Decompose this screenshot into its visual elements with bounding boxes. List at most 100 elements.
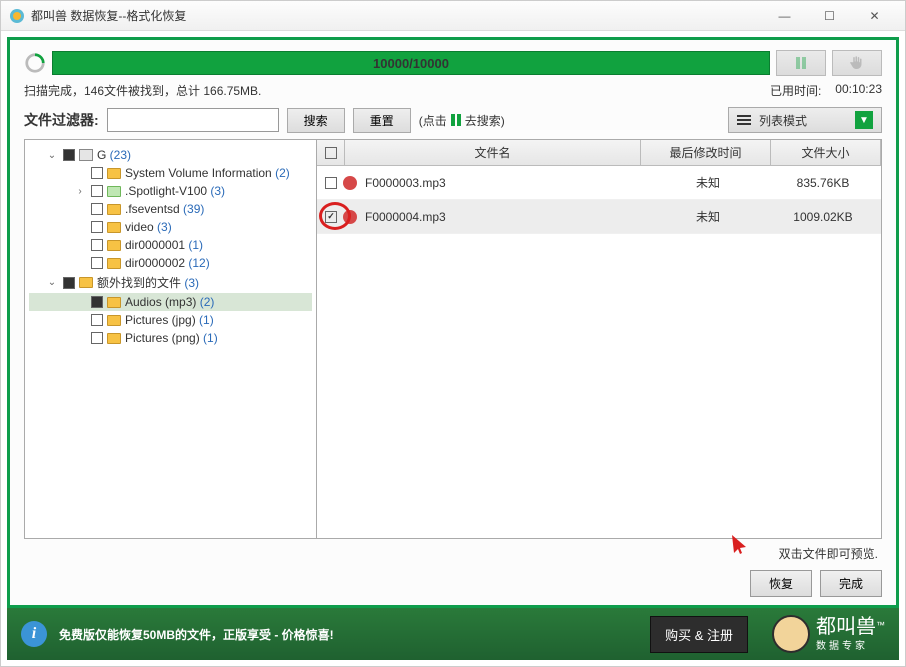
- file-modified: 未知: [643, 208, 773, 225]
- tree-node[interactable]: dir0000002 (12): [29, 254, 312, 272]
- action-row: 恢复 完成: [24, 566, 882, 597]
- tree-checkbox[interactable]: [91, 203, 103, 215]
- hint-row: 双击文件即可预览.: [24, 539, 882, 566]
- tree-checkbox[interactable]: [91, 221, 103, 233]
- tree-label: dir0000002 (12): [125, 256, 210, 270]
- tree-checkbox[interactable]: [91, 296, 103, 308]
- minimize-button[interactable]: —: [762, 2, 807, 30]
- view-mode-label: 列表模式: [759, 112, 807, 129]
- progress-bar: 10000/10000: [52, 51, 770, 75]
- file-modified: 未知: [643, 174, 773, 191]
- file-row[interactable]: F0000003.mp3未知835.76KB: [317, 166, 881, 200]
- tree-node[interactable]: Pictures (png) (1): [29, 329, 312, 347]
- footer-message: 免费版仅能恢复50MB的文件，正版享受 - 价格惊喜!: [59, 626, 334, 643]
- progress-row: 10000/10000: [24, 50, 882, 76]
- filter-input[interactable]: [107, 108, 279, 132]
- folder-icon: [107, 333, 121, 344]
- audio-file-icon: [343, 210, 357, 224]
- folder-icon: [107, 297, 121, 308]
- pause-button[interactable]: [776, 50, 826, 76]
- tree-node[interactable]: ⌄G (23): [29, 146, 312, 164]
- folder-icon: [79, 277, 93, 288]
- col-mod[interactable]: 最后修改时间: [641, 140, 771, 165]
- file-size: 1009.02KB: [773, 210, 873, 224]
- tree-checkbox[interactable]: [91, 167, 103, 179]
- bottom-bar: i 免费版仅能恢复50MB的文件，正版享受 - 价格惊喜! 购买 & 注册 都叫…: [7, 608, 899, 660]
- app-icon: [9, 8, 25, 24]
- stop-button[interactable]: [832, 50, 882, 76]
- tree-checkbox[interactable]: [91, 239, 103, 251]
- folder-tree[interactable]: ⌄G (23)System Volume Information (2)›.Sp…: [25, 140, 317, 538]
- file-name: F0000004.mp3: [365, 210, 643, 224]
- folder-icon: [107, 222, 121, 233]
- maximize-button[interactable]: ☐: [807, 2, 852, 30]
- close-button[interactable]: ✕: [852, 2, 897, 30]
- chevron-icon[interactable]: ›: [73, 186, 87, 197]
- tree-checkbox[interactable]: [63, 149, 75, 161]
- buy-register-button[interactable]: 购买 & 注册: [650, 616, 748, 653]
- file-row[interactable]: F0000004.mp3未知1009.02KB: [317, 200, 881, 234]
- folder-icon: [107, 186, 121, 197]
- tree-node[interactable]: dir0000001 (1): [29, 236, 312, 254]
- chrome: 10000/10000 扫描完成，146文件被找到，总计 166.75MB. 已…: [1, 31, 905, 666]
- tree-node[interactable]: Audios (mp3) (2): [29, 293, 312, 311]
- brand-logo: 都叫兽™ 数据专家: [772, 615, 885, 653]
- folder-icon: [107, 168, 121, 179]
- list-icon: [737, 115, 751, 125]
- brand-sub: 数据专家: [816, 637, 885, 652]
- tree-node[interactable]: Pictures (jpg) (1): [29, 311, 312, 329]
- search-hint: (点击 去搜索): [419, 112, 505, 129]
- elapsed-label: 已用时间:: [770, 82, 821, 99]
- reset-button[interactable]: 重置: [353, 108, 411, 133]
- row-checkbox[interactable]: [325, 211, 337, 223]
- pause-glyph-icon: [451, 114, 461, 126]
- finish-button[interactable]: 完成: [820, 570, 882, 597]
- file-name: F0000003.mp3: [365, 176, 643, 190]
- filter-row: 文件过滤器: 搜索 重置 (点击 去搜索) 列表模式 ▼: [24, 107, 882, 133]
- chevron-down-icon: ▼: [855, 111, 873, 129]
- titlebar: 都叫兽 数据恢复--格式化恢复 — ☐ ✕: [1, 1, 905, 31]
- tree-checkbox[interactable]: [91, 332, 103, 344]
- folder-icon: [107, 240, 121, 251]
- search-button[interactable]: 搜索: [287, 108, 345, 133]
- tree-node[interactable]: video (3): [29, 218, 312, 236]
- file-list-panel: 文件名 最后修改时间 文件大小 F0000003.mp3未知835.76KBF0…: [317, 140, 881, 538]
- tree-checkbox[interactable]: [91, 185, 103, 197]
- content-area: ⌄G (23)System Volume Information (2)›.Sp…: [24, 139, 882, 539]
- col-name[interactable]: 文件名: [345, 140, 641, 165]
- col-size[interactable]: 文件大小: [771, 140, 881, 165]
- tree-node[interactable]: .fseventsd (39): [29, 200, 312, 218]
- folder-icon: [107, 315, 121, 326]
- tree-node[interactable]: ⌄ 额外找到的文件 (3): [29, 272, 312, 293]
- main-panel: 10000/10000 扫描完成，146文件被找到，总计 166.75MB. 已…: [7, 37, 899, 608]
- list-header: 文件名 最后修改时间 文件大小: [317, 140, 881, 166]
- chevron-icon[interactable]: ⌄: [45, 277, 59, 288]
- tree-label: .fseventsd (39): [125, 202, 204, 216]
- chevron-icon[interactable]: ⌄: [45, 150, 59, 161]
- spinner-icon: [24, 52, 46, 74]
- preview-hint: 双击文件即可预览.: [779, 547, 878, 561]
- elapsed-value: 00:10:23: [835, 82, 882, 99]
- tree-label: Pictures (png) (1): [125, 331, 218, 345]
- info-icon: i: [21, 621, 47, 647]
- select-all-checkbox[interactable]: [325, 147, 337, 159]
- tree-node[interactable]: System Volume Information (2): [29, 164, 312, 182]
- tree-checkbox[interactable]: [91, 314, 103, 326]
- app-window: 都叫兽 数据恢复--格式化恢复 — ☐ ✕ 10000/10000 扫描完成，1…: [0, 0, 906, 667]
- list-body[interactable]: F0000003.mp3未知835.76KBF0000004.mp3未知1009…: [317, 166, 881, 538]
- folder-icon: [107, 204, 121, 215]
- drive-icon: [79, 149, 93, 161]
- tree-label: 额外找到的文件 (3): [97, 274, 199, 291]
- window-title: 都叫兽 数据恢复--格式化恢复: [31, 7, 186, 24]
- view-mode-dropdown[interactable]: 列表模式 ▼: [728, 107, 882, 133]
- recover-button[interactable]: 恢复: [750, 570, 812, 597]
- tree-checkbox[interactable]: [63, 277, 75, 289]
- scan-status: 扫描完成，146文件被找到，总计 166.75MB.: [24, 82, 261, 99]
- file-size: 835.76KB: [773, 176, 873, 190]
- filter-label: 文件过滤器:: [24, 110, 99, 130]
- hand-icon: [848, 54, 866, 72]
- tree-node[interactable]: ›.Spotlight-V100 (3): [29, 182, 312, 200]
- tree-label: video (3): [125, 220, 172, 234]
- row-checkbox[interactable]: [325, 177, 337, 189]
- tree-checkbox[interactable]: [91, 257, 103, 269]
